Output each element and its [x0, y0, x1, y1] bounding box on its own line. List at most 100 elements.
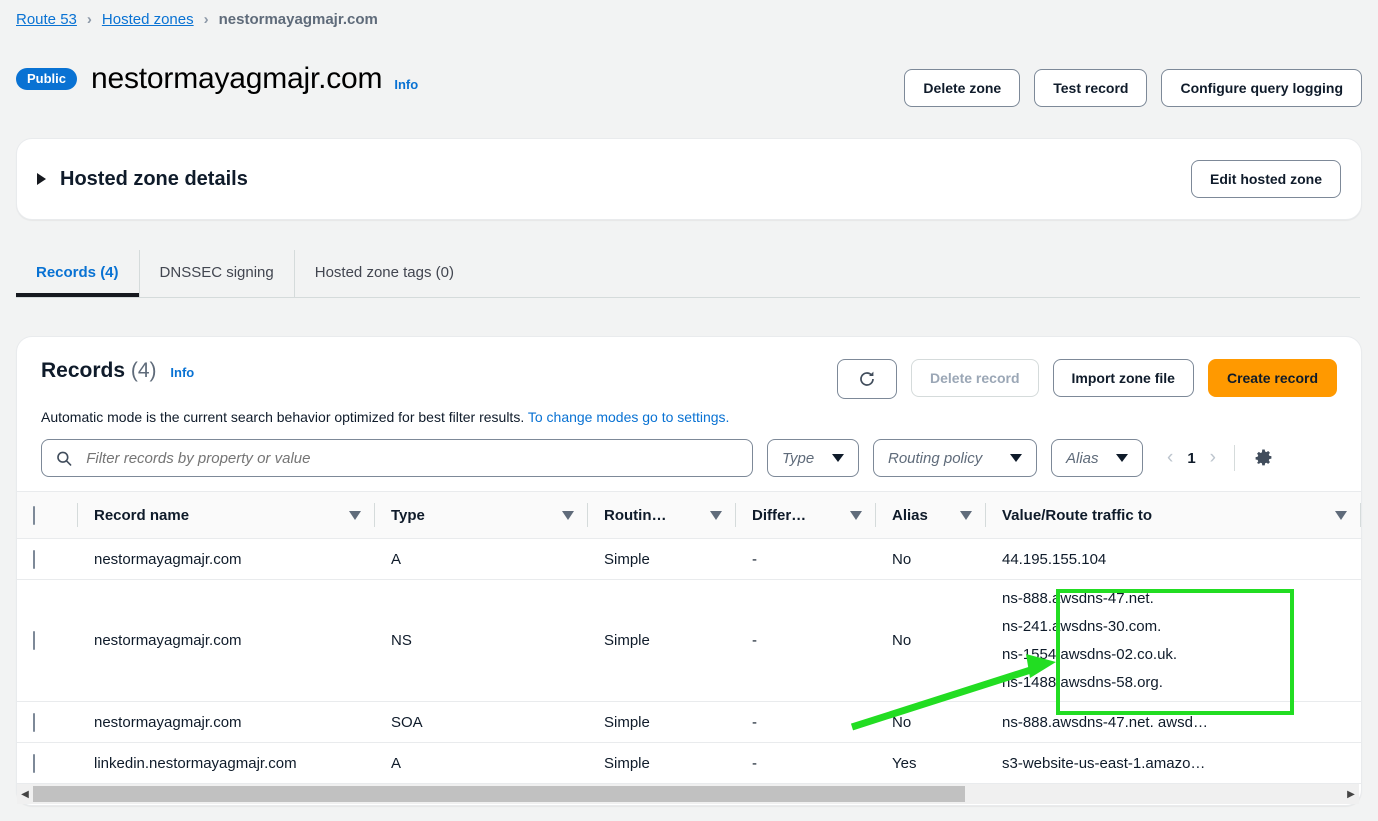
column-label: Routin…	[604, 506, 667, 524]
pagination-page-1[interactable]: 1	[1187, 450, 1195, 467]
sort-icon[interactable]	[710, 510, 722, 520]
table-row[interactable]: nestormayagmajr.com SOA Simple - No ns-888.aw…	[17, 701, 1361, 743]
change-modes-settings-link[interactable]: To change modes go to settings.	[528, 409, 730, 425]
select-all-header	[17, 491, 78, 539]
alias-filter-select[interactable]: Alias	[1051, 439, 1143, 477]
cell-alias: No	[876, 701, 986, 743]
cell-routing-policy: Simple	[588, 742, 736, 784]
pagination-prev-button[interactable]: ‹	[1167, 447, 1173, 469]
refresh-button[interactable]	[837, 359, 898, 399]
configure-query-logging-button[interactable]: Configure query logging	[1161, 69, 1362, 107]
cell-alias: Yes	[876, 742, 986, 784]
search-input[interactable]	[84, 448, 738, 468]
tab-dnssec-signing[interactable]: DNSSEC signing	[140, 250, 295, 297]
alias-filter-label: Alias	[1066, 449, 1099, 467]
cell-differentiator: -	[736, 701, 876, 743]
records-table: Record name Type Routin… Differ… Alias V…	[17, 491, 1361, 784]
records-description-text: Automatic mode is the current search beh…	[41, 409, 525, 425]
column-label: Differ…	[752, 506, 807, 524]
sort-icon[interactable]	[562, 510, 574, 520]
scroll-right-arrow-icon[interactable]: ▶	[1343, 789, 1359, 800]
hosted-zone-details-title: Hosted zone details	[60, 167, 248, 190]
row-checkbox[interactable]	[33, 549, 35, 569]
delete-zone-button[interactable]: Delete zone	[904, 69, 1021, 107]
row-select-cell	[17, 742, 78, 784]
refresh-icon	[860, 371, 874, 386]
cell-routing-policy: Simple	[588, 538, 736, 580]
sort-icon[interactable]	[960, 510, 972, 520]
row-select-cell	[17, 538, 78, 580]
table-header-row: Record name Type Routin… Differ… Alias V…	[17, 491, 1361, 539]
table-row[interactable]: linkedin.nestormayagmajr.com A Simple - Yes s…	[17, 742, 1361, 784]
cell-type: A	[375, 742, 588, 784]
pagination-next-button[interactable]: ›	[1210, 447, 1216, 469]
column-label: Record name	[94, 506, 190, 524]
hosted-zone-details-card: Hosted zone details Edit hosted zone	[16, 138, 1362, 220]
create-record-button[interactable]: Create record	[1207, 359, 1337, 397]
cell-differentiator: -	[736, 742, 876, 784]
tab-bar: Records (4) DNSSEC signing Hosted zone t…	[16, 250, 1360, 298]
scrollbar-thumb[interactable]	[33, 786, 965, 802]
cell-record-name: nestormayagmajr.com	[78, 701, 375, 743]
column-header-value: Value/Route traffic to	[986, 491, 1361, 539]
import-zone-file-button[interactable]: Import zone file	[1052, 359, 1194, 397]
divider	[1234, 445, 1235, 471]
row-checkbox[interactable]	[33, 712, 35, 732]
scrollbar-track[interactable]	[33, 786, 1343, 802]
chevron-down-icon	[1116, 454, 1128, 462]
type-filter-label: Type	[782, 449, 815, 467]
breadcrumb-separator-icon: ›	[203, 11, 209, 28]
column-header-differentiator: Differ…	[736, 491, 876, 539]
cell-value: ns-888.awsdns-47.net. awsd…	[986, 701, 1361, 743]
chevron-right-icon[interactable]	[37, 173, 46, 185]
gear-icon[interactable]	[1253, 448, 1274, 469]
sort-icon[interactable]	[850, 510, 862, 520]
records-filter-row: Type Routing policy Alias ‹ 1 ›	[17, 425, 1361, 477]
delete-record-button[interactable]: Delete record	[911, 359, 1039, 397]
chevron-down-icon	[832, 454, 844, 462]
cell-differentiator: -	[736, 579, 876, 702]
cell-type: NS	[375, 579, 588, 702]
pagination: ‹ 1 ›	[1167, 445, 1274, 471]
records-heading-label: Records	[41, 359, 126, 382]
row-checkbox[interactable]	[33, 631, 35, 650]
search-box[interactable]	[41, 439, 753, 477]
cell-value: 44.195.155.104	[986, 538, 1361, 580]
select-all-checkbox[interactable]	[33, 505, 35, 525]
edit-hosted-zone-button[interactable]: Edit hosted zone	[1191, 160, 1341, 198]
chevron-down-icon	[1010, 454, 1022, 462]
cell-type: A	[375, 538, 588, 580]
value-line: ns-241.awsdns-30.com.	[1002, 617, 1162, 635]
records-info-link[interactable]: Info	[170, 365, 194, 380]
header-actions: Delete zone Test record Configure query …	[904, 69, 1362, 107]
row-select-cell	[17, 701, 78, 743]
breadcrumb: Route 53 › Hosted zones › nestormayagmaj…	[16, 11, 378, 28]
routing-policy-filter-select[interactable]: Routing policy	[873, 439, 1037, 477]
value-line: ns-888.awsdns-47.net.	[1002, 589, 1154, 607]
info-link[interactable]: Info	[394, 77, 418, 92]
records-heading: Records (4) Info	[41, 359, 194, 399]
column-label: Type	[391, 506, 425, 524]
routing-policy-filter-label: Routing policy	[888, 449, 983, 467]
breadcrumb-item-hosted-zones[interactable]: Hosted zones	[102, 11, 194, 28]
table-row[interactable]: nestormayagmajr.com A Simple - No 44.195.155.…	[17, 538, 1361, 580]
tab-hosted-zone-tags[interactable]: Hosted zone tags (0)	[295, 250, 474, 297]
breadcrumb-item-route53[interactable]: Route 53	[16, 11, 77, 28]
sort-icon[interactable]	[1335, 510, 1347, 520]
horizontal-scrollbar[interactable]: ◀ ▶	[17, 783, 1359, 804]
records-table-body: nestormayagmajr.com A Simple - No 44.195.155.…	[17, 538, 1361, 784]
column-header-type: Type	[375, 491, 588, 539]
row-checkbox[interactable]	[33, 753, 35, 773]
breadcrumb-item-current: nestormayagmajr.com	[218, 11, 378, 28]
tab-records[interactable]: Records (4)	[16, 250, 140, 297]
type-filter-select[interactable]: Type	[767, 439, 859, 477]
test-record-button[interactable]: Test record	[1034, 69, 1148, 107]
search-icon	[57, 451, 72, 466]
table-row[interactable]: nestormayagmajr.com NS Simple - No ns-888.aws…	[17, 579, 1361, 702]
cell-value: s3-website-us-east-1.amazo…	[986, 742, 1361, 784]
sort-icon[interactable]	[349, 510, 361, 520]
scroll-left-arrow-icon[interactable]: ◀	[17, 789, 33, 800]
cell-routing-policy: Simple	[588, 579, 736, 702]
column-label: Value/Route traffic to	[1002, 506, 1153, 524]
breadcrumb-separator-icon: ›	[86, 11, 92, 28]
